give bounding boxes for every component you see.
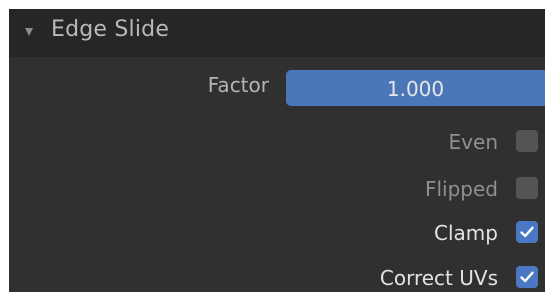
option-clamp[interactable]: Clamp [9,218,545,248]
correct-uvs-checkbox[interactable] [516,266,538,288]
option-flipped[interactable]: Flipped [9,174,545,204]
triangle-down-icon[interactable] [25,28,33,36]
clamp-checkbox[interactable] [516,221,538,243]
panel-header[interactable]: Edge Slide [9,9,545,57]
factor-label: Factor [207,73,269,97]
option-label: Even [448,130,498,154]
edge-slide-panel: Edge Slide Factor 1.000 Even Flipped Cla… [9,9,545,292]
even-checkbox[interactable] [516,130,538,152]
option-correct-uvs[interactable]: Correct UVs [9,263,545,293]
option-label: Correct UVs [379,266,498,290]
factor-slider[interactable]: 1.000 [286,70,545,106]
option-label: Flipped [424,177,498,201]
option-even[interactable]: Even [9,127,545,157]
factor-value: 1.000 [386,77,445,101]
panel-body: Factor 1.000 Even Flipped Clamp Correct … [9,57,545,292]
checkmark-icon [520,226,534,238]
checkmark-icon [520,271,534,283]
flipped-checkbox[interactable] [516,177,538,199]
panel-title: Edge Slide [51,17,170,42]
option-label: Clamp [434,221,498,245]
